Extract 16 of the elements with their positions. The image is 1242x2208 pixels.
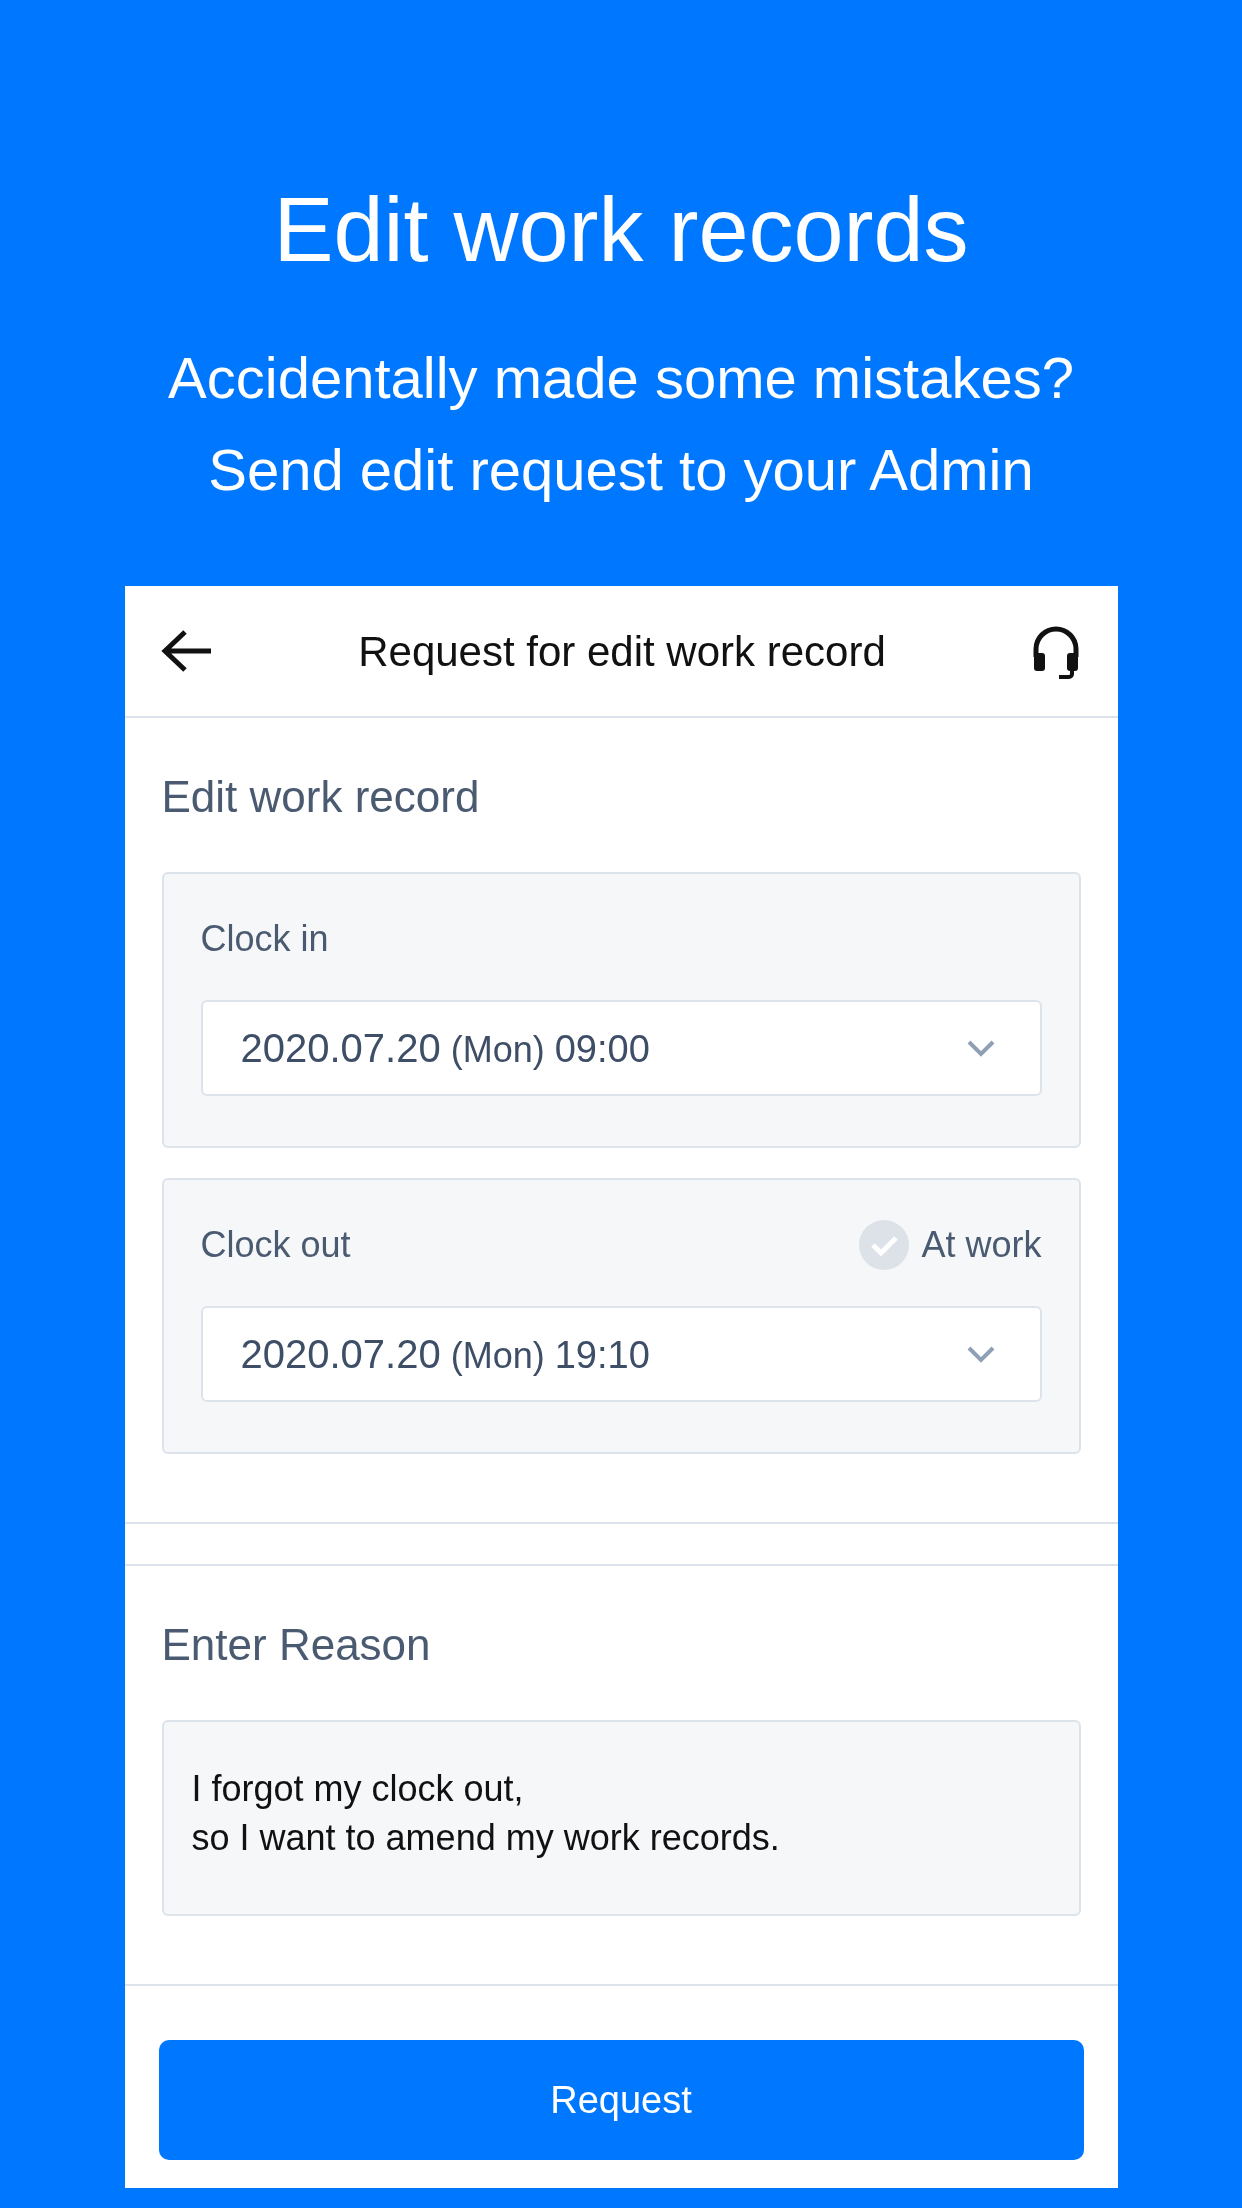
subtitle-line: Accidentally made some mistakes?: [168, 344, 1074, 412]
field-label: Clock in: [200, 917, 329, 961]
datetime-dropdown[interactable]: 2020.07.20 (Mon) 09:00: [200, 1000, 1042, 1096]
headline: Edit work records: [273, 179, 969, 282]
request-button[interactable]: Request: [158, 2040, 1084, 2160]
chevron-down-icon: [965, 1039, 996, 1057]
section-title: Edit work record: [161, 771, 481, 823]
datetime-dropdown[interactable]: 2020.07.20 (Mon) 19:10: [200, 1306, 1042, 1402]
chevron-down-icon: [965, 1345, 996, 1363]
subtitle-line: Send edit request to your Admin: [208, 436, 1034, 504]
field-label: Clock out: [200, 1223, 351, 1267]
section-title: Enter Reason: [161, 1619, 432, 1671]
at-work-checkbox[interactable]: At work: [859, 1218, 1042, 1272]
screen-title: Request for edit work record: [358, 626, 886, 677]
back-arrow-icon[interactable]: [160, 629, 213, 673]
reason-field[interactable]: I forgot my clock out, so I want to amend my work records.: [161, 1720, 1081, 1916]
